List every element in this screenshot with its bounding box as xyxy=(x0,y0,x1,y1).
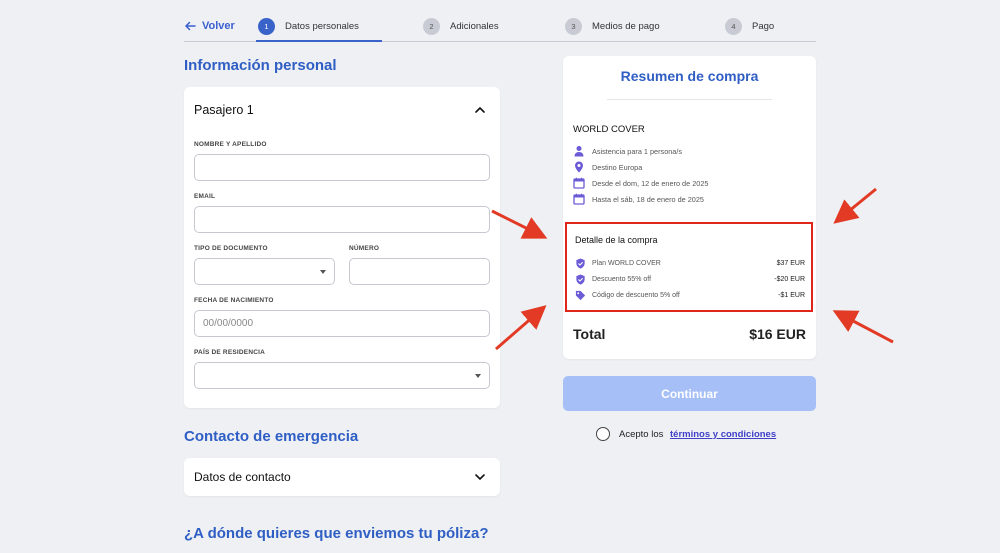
step-label: Medios de pago xyxy=(592,21,660,32)
section-title-emergency: Contacto de emergencia xyxy=(184,428,359,445)
passenger-title: Pasajero 1 xyxy=(194,103,254,117)
terms-link[interactable]: términos y condiciones xyxy=(670,429,776,440)
name-input[interactable] xyxy=(194,154,490,181)
emergency-contact-header[interactable]: Datos de contacto xyxy=(194,470,486,484)
info-text: Asistencia para 1 persona/s xyxy=(592,146,683,156)
continue-button[interactable]: Continuar xyxy=(563,376,816,411)
terms-radio[interactable] xyxy=(596,427,610,441)
back-label: Volver xyxy=(202,20,235,32)
detail-line-discount-code: Código de descuento 5% off -$1 EUR xyxy=(575,290,805,301)
number-input[interactable] xyxy=(349,258,490,285)
emergency-contact-title: Datos de contacto xyxy=(194,470,291,484)
doc-type-select[interactable] xyxy=(194,258,335,285)
shield-check-icon xyxy=(576,274,585,285)
back-button[interactable]: Volver xyxy=(184,20,235,32)
email-input[interactable] xyxy=(194,206,490,233)
annotation-arrows xyxy=(491,187,894,351)
chevron-up-icon[interactable] xyxy=(474,104,486,116)
annotation-arrow xyxy=(832,310,894,344)
email-label: EMAIL xyxy=(194,193,216,200)
purchase-detail-highlight: Detalle de la compra Plan WORLD COVER $3… xyxy=(565,222,813,312)
summary-divider xyxy=(607,99,772,100)
caret-down-icon xyxy=(475,374,481,378)
step-label: Adicionales xyxy=(450,21,499,32)
terms-prefix: Acepto los xyxy=(619,428,664,440)
info-start-date: Desde el dom, 12 de enero de 2025 xyxy=(573,177,708,189)
section-title-personal: Información personal xyxy=(184,57,337,74)
product-name: WORLD COVER xyxy=(573,124,645,135)
tag-icon xyxy=(575,290,586,301)
step-pago[interactable]: 4 Pago xyxy=(725,18,774,35)
info-text: Desde el dom, 12 de enero de 2025 xyxy=(592,178,709,188)
detail-line-label: Plan WORLD COVER xyxy=(592,260,661,267)
step-number: 2 xyxy=(423,18,440,35)
detail-line-discount: Descuento 55% off -$20 EUR xyxy=(575,274,805,285)
calendar-icon xyxy=(573,193,585,205)
step-number: 4 xyxy=(725,18,742,35)
step-number: 1 xyxy=(258,18,275,35)
annotation-arrow xyxy=(495,305,547,351)
caret-down-icon xyxy=(320,270,326,274)
person-icon xyxy=(574,146,584,157)
step-label: Pago xyxy=(752,21,775,32)
birth-label: FECHA DE NACIMIENTO xyxy=(194,297,274,304)
info-destination: Destino Europa xyxy=(573,161,642,173)
passenger-header[interactable]: Pasajero 1 xyxy=(194,103,486,117)
doc-type-label: TIPO DE DOCUMENTO xyxy=(194,245,268,252)
arrow-left-icon xyxy=(184,21,196,31)
shield-check-icon xyxy=(576,258,585,269)
step-number: 3 xyxy=(565,18,582,35)
birth-date-input[interactable]: 00/00/0000 xyxy=(194,310,490,337)
detail-line-label: Código de descuento 5% off xyxy=(592,292,680,299)
total-label: Total xyxy=(573,326,606,342)
country-select[interactable] xyxy=(194,362,490,389)
total-row: Total $16 EUR xyxy=(573,326,806,342)
step-datos-personales[interactable]: 1 Datos personales xyxy=(258,18,359,35)
section-title-delivery: ¿A dónde quieres que enviemos tu póliza? xyxy=(184,525,489,542)
active-step-indicator xyxy=(256,40,382,42)
number-label: NÚMERO xyxy=(349,245,380,252)
passenger-card: Pasajero 1 NOMBRE Y APELLIDO EMAIL TIPO … xyxy=(184,87,500,408)
step-adicionales[interactable]: 2 Adicionales xyxy=(423,18,499,35)
chevron-down-icon[interactable] xyxy=(474,471,486,483)
total-value: $16 EUR xyxy=(749,326,806,342)
location-pin-icon xyxy=(575,161,583,173)
summary-title: Resumen de compra xyxy=(620,68,759,84)
detail-line-value: -$1 EUR xyxy=(778,292,805,299)
info-end-date: Hasta el sáb, 18 de enero de 2025 xyxy=(573,193,704,205)
emergency-contact-card[interactable]: Datos de contacto xyxy=(184,458,500,496)
country-label: PAÍS DE RESIDENCIA xyxy=(194,349,266,356)
purchase-summary-card: Resumen de compra WORLD COVER Asistencia… xyxy=(563,56,816,359)
checkout-stepper: Volver 1 Datos personales 2 Adicionales … xyxy=(184,14,816,42)
detail-title: Detalle de la compra xyxy=(575,235,658,245)
annotation-arrow xyxy=(833,187,877,224)
detail-line-value: -$20 EUR xyxy=(774,276,805,283)
step-medios-de-pago[interactable]: 3 Medios de pago xyxy=(565,18,660,35)
birth-placeholder: 00/00/0000 xyxy=(203,318,254,329)
calendar-icon xyxy=(573,177,585,189)
step-label: Datos personales xyxy=(285,21,359,32)
detail-line-value: $37 EUR xyxy=(776,260,805,267)
info-persons: Asistencia para 1 persona/s xyxy=(573,145,682,157)
info-text: Destino Europa xyxy=(592,162,643,172)
detail-line-label: Descuento 55% off xyxy=(592,276,652,283)
info-text: Hasta el sáb, 18 de enero de 2025 xyxy=(592,194,704,204)
name-label: NOMBRE Y APELLIDO xyxy=(194,141,267,148)
detail-line-plan: Plan WORLD COVER $37 EUR xyxy=(575,258,805,269)
terms-consent: Acepto los términos y condiciones xyxy=(596,427,776,441)
